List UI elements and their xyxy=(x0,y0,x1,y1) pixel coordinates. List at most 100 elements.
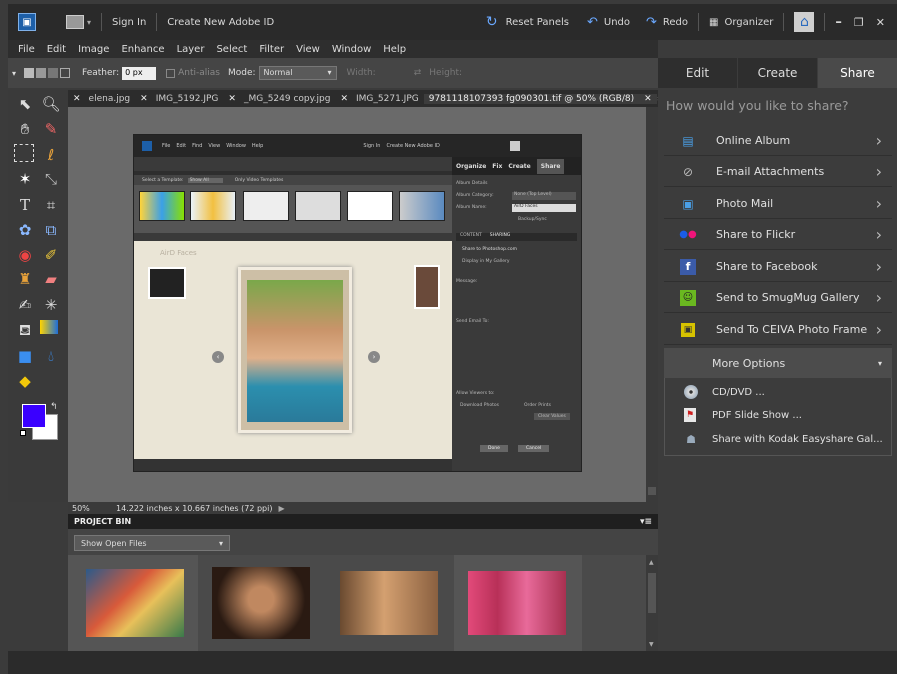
scroll-down-arrow[interactable]: ▼ xyxy=(649,641,654,648)
bin-thumbnail[interactable] xyxy=(340,571,438,635)
photo-mail-icon: ▣ xyxy=(682,196,694,211)
redo-button[interactable]: ↷ Redo xyxy=(640,15,694,30)
bin-thumbnail[interactable] xyxy=(468,571,566,635)
tab-elena[interactable]: ✕ elena.jpg xyxy=(68,94,135,104)
paint-bucket-tool-icon[interactable]: ⛾ xyxy=(14,320,36,342)
scroll-thumb[interactable] xyxy=(648,573,656,613)
menu-file[interactable]: File xyxy=(8,44,41,55)
mode-select[interactable]: Normal ▾ xyxy=(258,66,337,80)
smart-brush-tool-icon[interactable]: ✳ xyxy=(40,294,62,316)
share-pdf-slideshow-button[interactable]: ⚑ PDF Slide Show ... xyxy=(684,408,802,422)
brush-tool-icon[interactable]: ✍︎ xyxy=(14,294,36,316)
share-photo-mail-button[interactable]: ▣ Photo Mail › xyxy=(664,189,892,219)
create-adobe-id-link[interactable]: Create New Adobe ID xyxy=(161,17,280,28)
close-icon[interactable]: ✕ xyxy=(73,94,81,104)
organizer-button[interactable]: ▦ Organizer xyxy=(703,17,779,28)
inner-template-thumb xyxy=(139,191,185,221)
tab-edit[interactable]: Edit xyxy=(658,58,737,88)
default-colors-icon[interactable] xyxy=(20,430,26,436)
share-facebook-button[interactable]: f Share to Facebook › xyxy=(664,252,892,282)
bin-thumbnail[interactable] xyxy=(212,567,310,639)
lasso-tool-icon[interactable]: ℓ xyxy=(40,144,62,166)
bin-scrollbar[interactable]: ▲ ▼ xyxy=(646,555,658,651)
share-ceiva-button[interactable]: ▣ Send To CEIVA Photo Frame › xyxy=(664,315,892,345)
quick-selection-tool-icon[interactable]: ⤡ xyxy=(40,168,62,190)
share-kodak-button[interactable]: ☗ Share with Kodak Easyshare Gal... xyxy=(684,432,883,446)
shape-tool-icon[interactable]: ■ xyxy=(14,345,36,367)
feather-input[interactable]: 0 px xyxy=(122,66,157,80)
more-options-button[interactable]: More Options ▾ xyxy=(664,348,892,378)
canvas-scrollbar[interactable] xyxy=(646,107,658,502)
menu-help[interactable]: Help xyxy=(377,44,412,55)
menu-filter[interactable]: Filter xyxy=(253,44,290,55)
share-cd-dvd-button[interactable]: CD/DVD ... xyxy=(684,385,765,399)
red-eye-tool-icon[interactable]: ◉ xyxy=(14,244,36,266)
tab-img-5192[interactable]: ✕ IMG_5192.JPG xyxy=(135,94,223,104)
swap-colors-icon[interactable]: ↰ xyxy=(50,402,58,412)
tab-mg-5249[interactable]: ✕ _MG_5249 copy.jpg xyxy=(223,94,335,104)
scroll-up-arrow[interactable]: ▲ xyxy=(649,559,654,566)
reset-panels-button[interactable]: ↻ Reset Panels xyxy=(480,14,575,30)
crop-tool-icon[interactable]: ⌗ xyxy=(40,194,62,216)
share-email-attachments-button[interactable]: ⊘ E-mail Attachments › xyxy=(664,157,892,187)
inner-show-all: Show All xyxy=(187,177,223,183)
menu-select[interactable]: Select xyxy=(210,44,253,55)
inner-clear-values: Clear Values xyxy=(534,413,570,420)
antialias-checkbox[interactable] xyxy=(166,68,176,78)
eyedropper-tool-icon[interactable]: ✎ xyxy=(40,118,62,140)
clone-stamp-tool-icon[interactable]: ♜ xyxy=(14,268,36,290)
share-flickr-button[interactable]: ● ● Share to Flickr › xyxy=(664,220,892,250)
share-online-album-button[interactable]: ▤ Online Album › xyxy=(664,126,892,156)
close-icon[interactable]: ✕ xyxy=(228,94,236,104)
tab-create[interactable]: Create xyxy=(738,58,817,88)
home-icon[interactable]: ⌂ xyxy=(794,12,815,32)
menu-view[interactable]: View xyxy=(290,44,326,55)
zoom-level[interactable]: 50% xyxy=(72,504,110,513)
bin-menu-icon[interactable]: ▾≡ xyxy=(640,517,652,527)
panel-bin: Edit Create Share How would you like to … xyxy=(658,58,897,651)
close-icon[interactable]: ✕ xyxy=(644,94,652,104)
type-tool-icon[interactable]: T xyxy=(14,194,36,216)
menu-enhance[interactable]: Enhance xyxy=(115,44,170,55)
close-icon[interactable]: ✕ xyxy=(140,94,148,104)
share-smugmug-button[interactable]: ☺ Send to SmugMug Gallery › xyxy=(664,283,892,313)
show-open-files-select[interactable]: Show Open Files ▾ xyxy=(74,535,230,551)
straighten-tool-icon[interactable]: ⧉ xyxy=(40,219,62,241)
tab-img-5271[interactable]: ✕ IMG_5271.JPG xyxy=(335,94,423,104)
marquee-tool-icon[interactable] xyxy=(14,144,34,162)
gradient-tool-icon[interactable] xyxy=(40,320,58,334)
menu-image[interactable]: Image xyxy=(72,44,115,55)
chevron-right-icon: › xyxy=(875,320,882,339)
bin-thumbnail[interactable] xyxy=(86,569,184,637)
inner-home-icon xyxy=(509,141,520,151)
healing-brush-tool-icon[interactable]: ✐ xyxy=(40,244,62,266)
foreground-color-swatch[interactable] xyxy=(22,404,46,428)
hand-tool-icon[interactable]: ✋︎ xyxy=(14,118,36,140)
sponge-tool-icon[interactable]: ◆ xyxy=(14,370,36,392)
selection-mode-icons[interactable] xyxy=(24,68,71,78)
eraser-tool-icon[interactable]: ▰ xyxy=(40,268,62,290)
minimize-button[interactable]: – xyxy=(829,15,848,30)
undo-button[interactable]: ↶ Undo xyxy=(581,15,636,30)
scroll-down-arrow[interactable] xyxy=(648,487,656,495)
magic-wand-tool-icon[interactable]: ✶ xyxy=(14,168,36,190)
sign-in-link[interactable]: Sign In xyxy=(106,17,152,28)
restore-button[interactable]: ❐ xyxy=(848,16,870,29)
chevron-down-icon[interactable]: ▾ xyxy=(87,18,91,27)
workspace-icon[interactable] xyxy=(66,15,84,29)
menu-layer[interactable]: Layer xyxy=(171,44,211,55)
move-tool-icon[interactable]: ⬉ xyxy=(14,93,36,115)
tab-share[interactable]: Share xyxy=(818,58,897,88)
status-menu-icon[interactable]: ▶ xyxy=(278,504,284,513)
cookie-cutter-tool-icon[interactable]: ✿ xyxy=(14,219,36,241)
blur-tool-icon[interactable]: 💧︎ xyxy=(40,345,62,367)
app-logo-icon[interactable]: ▣ xyxy=(18,13,36,31)
menu-edit[interactable]: Edit xyxy=(41,44,72,55)
disc-icon xyxy=(684,385,698,399)
menu-window[interactable]: Window xyxy=(326,44,377,55)
close-icon[interactable]: ✕ xyxy=(340,94,348,104)
close-button[interactable]: ✕ xyxy=(870,16,891,29)
tool-preset-icon[interactable]: ▾ xyxy=(12,69,16,78)
zoom-tool-icon[interactable]: 🔍︎ xyxy=(40,93,62,115)
tab-active-document[interactable]: 9781118107393 fg090301.tif @ 50% (RGB/8)… xyxy=(423,93,657,104)
